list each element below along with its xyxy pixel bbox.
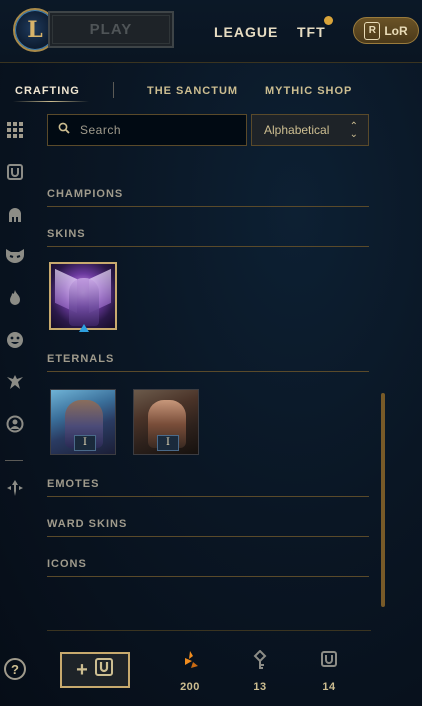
- nav-league[interactable]: LEAGUE: [214, 24, 278, 40]
- selected-marker-icon: [79, 324, 89, 332]
- chevron-updown-icon: ⌃ ⌄: [349, 121, 358, 140]
- subnav-divider: [113, 82, 114, 98]
- mask-icon[interactable]: [4, 245, 26, 267]
- section-divider: [47, 496, 369, 497]
- chest-count-value: 14: [322, 681, 336, 693]
- active-tab-underline: [13, 101, 89, 102]
- section-divider: [47, 206, 369, 207]
- play-button[interactable]: PLAY: [48, 11, 174, 48]
- flame-icon[interactable]: [4, 287, 26, 309]
- logo-letter: L: [27, 17, 43, 43]
- section-skins[interactable]: SKINS: [47, 228, 86, 240]
- search-box[interactable]: [47, 114, 247, 146]
- skin-card[interactable]: [49, 262, 117, 330]
- arrows-icon[interactable]: [4, 477, 26, 499]
- tft-notification-dot: [324, 16, 333, 25]
- tab-crafting[interactable]: CRAFTING: [15, 85, 80, 97]
- help-button[interactable]: ?: [4, 658, 26, 680]
- section-divider: [47, 246, 369, 247]
- lor-label: LoR: [384, 23, 408, 38]
- tab-the-sanctum[interactable]: THE SANCTUM: [147, 85, 238, 97]
- chest-icon[interactable]: [4, 161, 26, 183]
- eternal-series-badge: I: [74, 435, 96, 451]
- section-ward-skins[interactable]: WARD SKINS: [47, 518, 127, 530]
- eternal-card[interactable]: I: [133, 389, 199, 455]
- section-divider: [47, 371, 369, 372]
- ward-icon[interactable]: [4, 371, 26, 393]
- key-fragment-icon: [252, 649, 268, 675]
- section-emotes[interactable]: EMOTES: [47, 478, 99, 490]
- sidebar-separator: [5, 460, 23, 461]
- search-input[interactable]: [78, 122, 232, 138]
- helmet-icon[interactable]: [4, 204, 26, 226]
- orange-essence-value: 200: [180, 681, 200, 693]
- chest-icon: [320, 650, 338, 673]
- eternal-card[interactable]: I: [50, 389, 116, 455]
- skin-art-figure: [69, 278, 99, 326]
- key-fragment-value: 13: [253, 681, 267, 693]
- plus-label: +: [76, 658, 88, 681]
- section-champions[interactable]: CHAMPIONS: [47, 188, 123, 200]
- grid-icon[interactable]: [4, 119, 26, 141]
- lor-icon: R: [364, 21, 381, 40]
- section-eternals[interactable]: ETERNALS: [47, 353, 114, 365]
- section-divider: [47, 576, 369, 577]
- scrollbar-thumb[interactable]: [381, 393, 385, 607]
- profile-icon[interactable]: [4, 413, 26, 435]
- search-icon: [58, 121, 70, 139]
- lor-button[interactable]: R LoR: [353, 17, 419, 44]
- orange-essence-icon: [180, 650, 200, 675]
- tab-mythic-shop[interactable]: MYTHIC SHOP: [265, 85, 352, 97]
- section-icons[interactable]: ICONS: [47, 558, 87, 570]
- chest-icon: [94, 657, 114, 683]
- footer-divider: [47, 630, 371, 631]
- nav-tft[interactable]: TFT: [297, 24, 326, 40]
- sort-value: Alphabetical: [264, 123, 330, 137]
- emote-icon[interactable]: [4, 329, 26, 351]
- add-to-crafting-button[interactable]: +: [60, 652, 130, 688]
- sort-dropdown[interactable]: Alphabetical ⌃ ⌄: [251, 114, 369, 146]
- section-divider: [47, 536, 369, 537]
- eternal-series-badge: I: [157, 435, 179, 451]
